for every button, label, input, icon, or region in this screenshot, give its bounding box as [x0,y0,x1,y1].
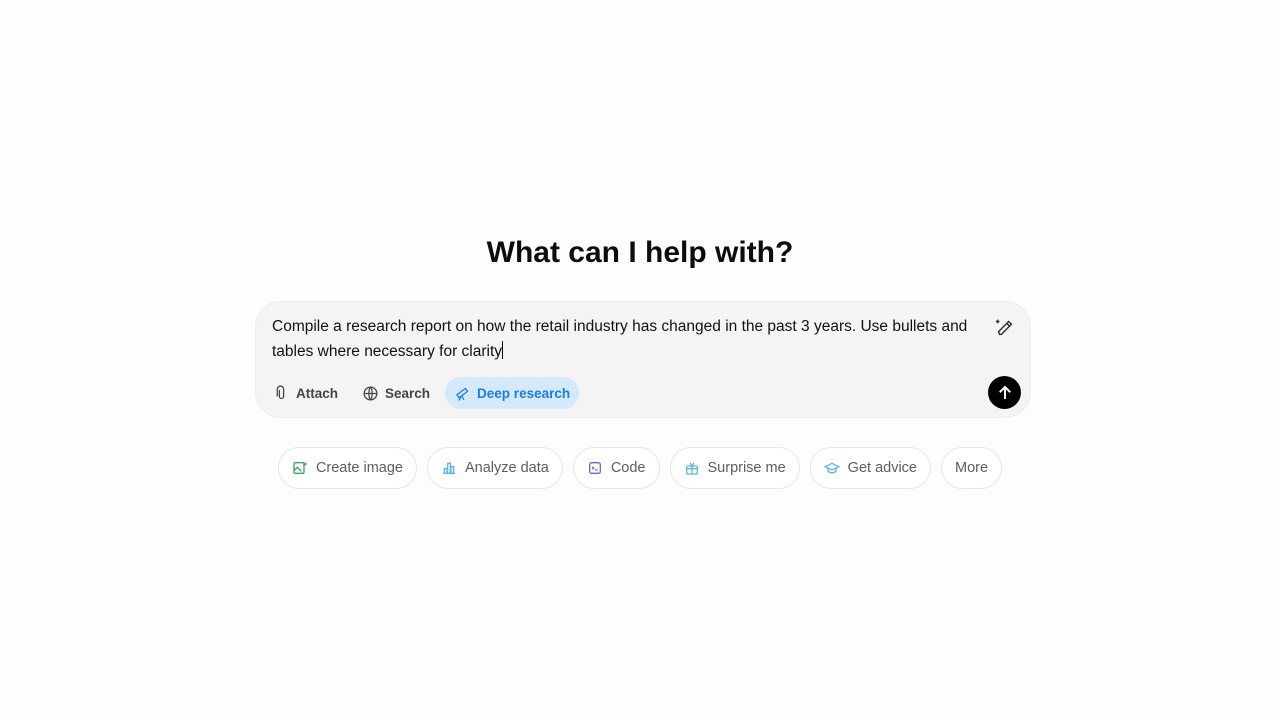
chip-more[interactable]: More [941,447,1003,489]
prompt-input[interactable]: Compile a research report on how the ret… [272,315,987,364]
deep-research-label: Deep research [477,385,571,401]
search-button[interactable]: Search [353,377,439,409]
gift-icon [685,462,698,475]
prompt-composer: Compile a research report on how the ret… [255,301,1031,418]
deep-research-button[interactable]: Deep research [445,377,580,409]
image-icon [293,462,307,474]
chip-label: Create image [315,460,403,476]
bar-chart-icon [442,462,455,474]
telescope-icon [455,387,469,401]
chip-label: Code [610,460,646,476]
globe-icon [363,385,378,401]
arrow-up-icon [998,385,1011,399]
chip-surprise-me[interactable]: Surprise me [669,447,800,489]
paperclip-icon [276,385,285,399]
chip-label: Surprise me [707,460,786,476]
chip-code[interactable]: Code [572,447,660,489]
magic-pen-icon[interactable] [994,316,1016,338]
chip-label: Analyze data [464,460,549,476]
graduation-cap-icon [823,462,840,474]
text-caret [502,340,504,359]
page-title: What can I help with? [486,236,794,269]
search-label: Search [385,385,431,401]
chip-create-image[interactable]: Create image [277,447,417,489]
attach-button[interactable]: Attach [264,377,347,409]
chip-get-advice[interactable]: Get advice [809,447,931,489]
chip-label: Get advice [847,460,917,476]
terminal-icon [588,462,601,474]
prompt-text: Compile a research report on how the ret… [272,318,968,360]
chip-label: More [955,460,989,476]
chip-analyze-data[interactable]: Analyze data [426,447,563,489]
send-button[interactable] [988,376,1021,409]
attach-label: Attach [296,385,339,401]
